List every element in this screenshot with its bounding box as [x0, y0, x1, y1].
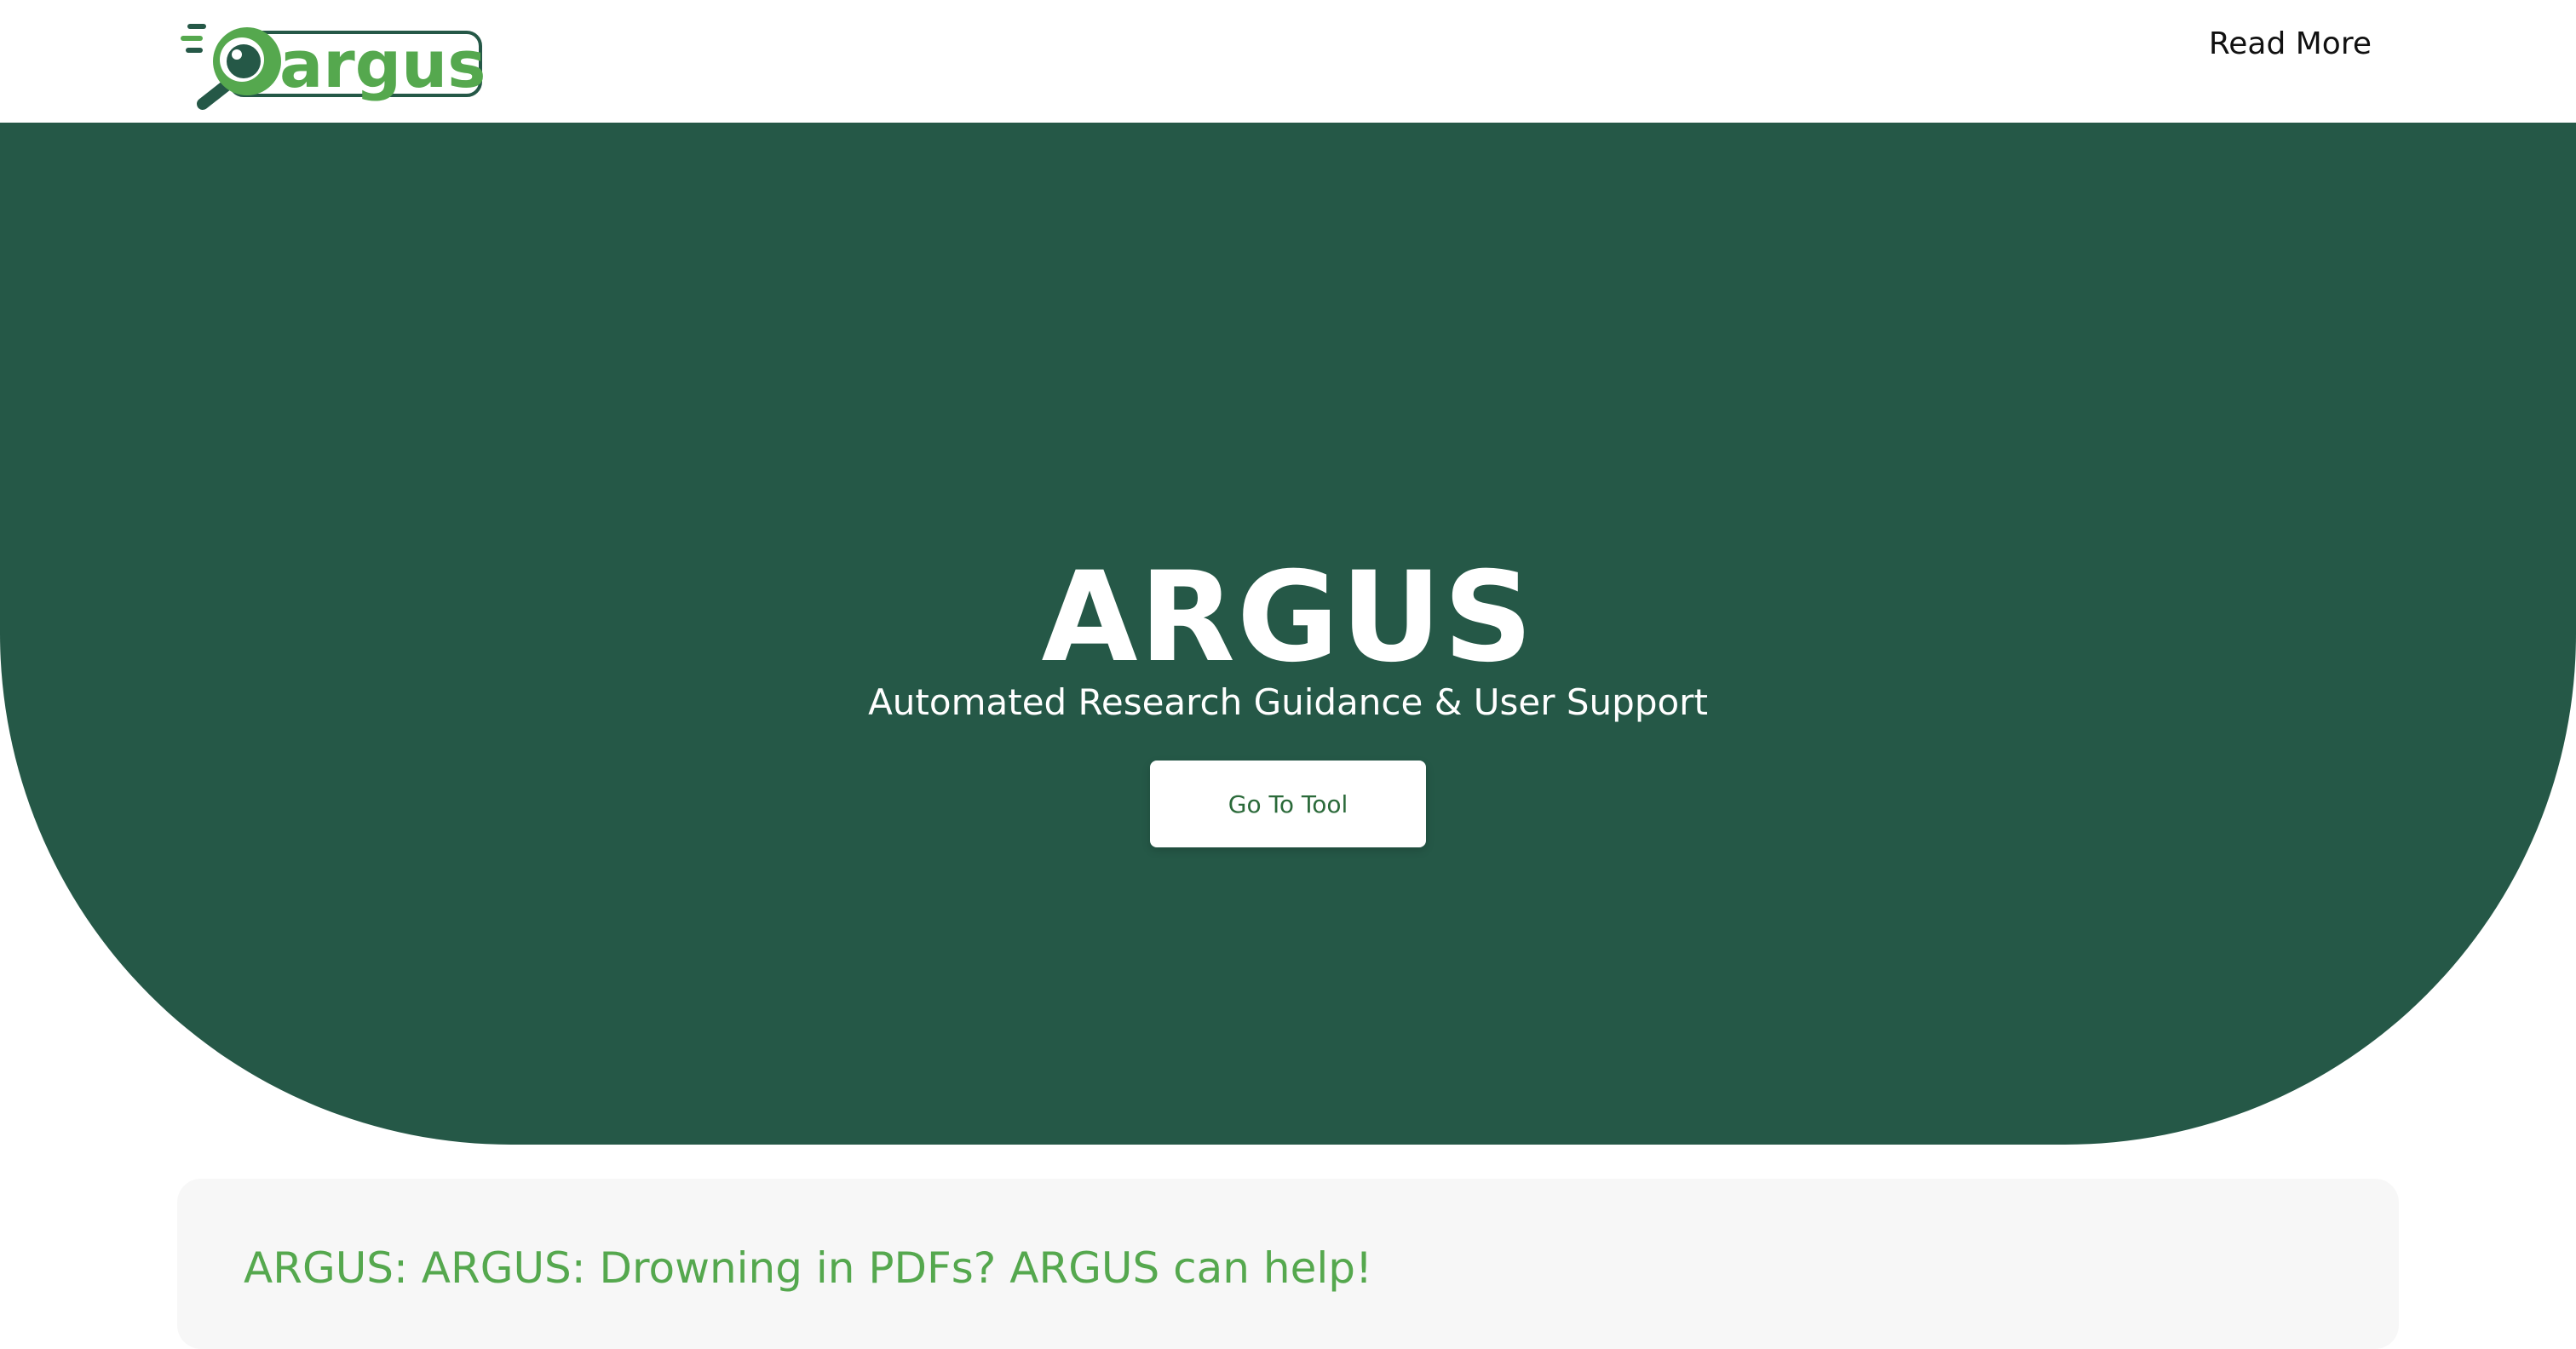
- hero-section: ARGUS Automated Research Guidance & User…: [0, 123, 2576, 1145]
- blog-card: ARGUS: ARGUS: Drowning in PDFs? ARGUS ca…: [177, 1179, 2399, 1349]
- card-title-link[interactable]: ARGUS: ARGUS: Drowning in PDFs? ARGUS ca…: [244, 1247, 1372, 1289]
- read-more-link[interactable]: Read More: [2209, 24, 2372, 65]
- top-navbar: argus Read More: [0, 0, 2576, 123]
- argus-logo[interactable]: argus: [179, 14, 486, 111]
- logo-wordmark: argus: [279, 26, 486, 102]
- hero-title: ARGUS: [1041, 544, 1535, 690]
- magnifier-logo-icon: argus: [181, 24, 486, 110]
- go-to-tool-button[interactable]: Go To Tool: [1150, 761, 1426, 847]
- hero-subtitle: Automated Research Guidance & User Suppo…: [868, 681, 1708, 723]
